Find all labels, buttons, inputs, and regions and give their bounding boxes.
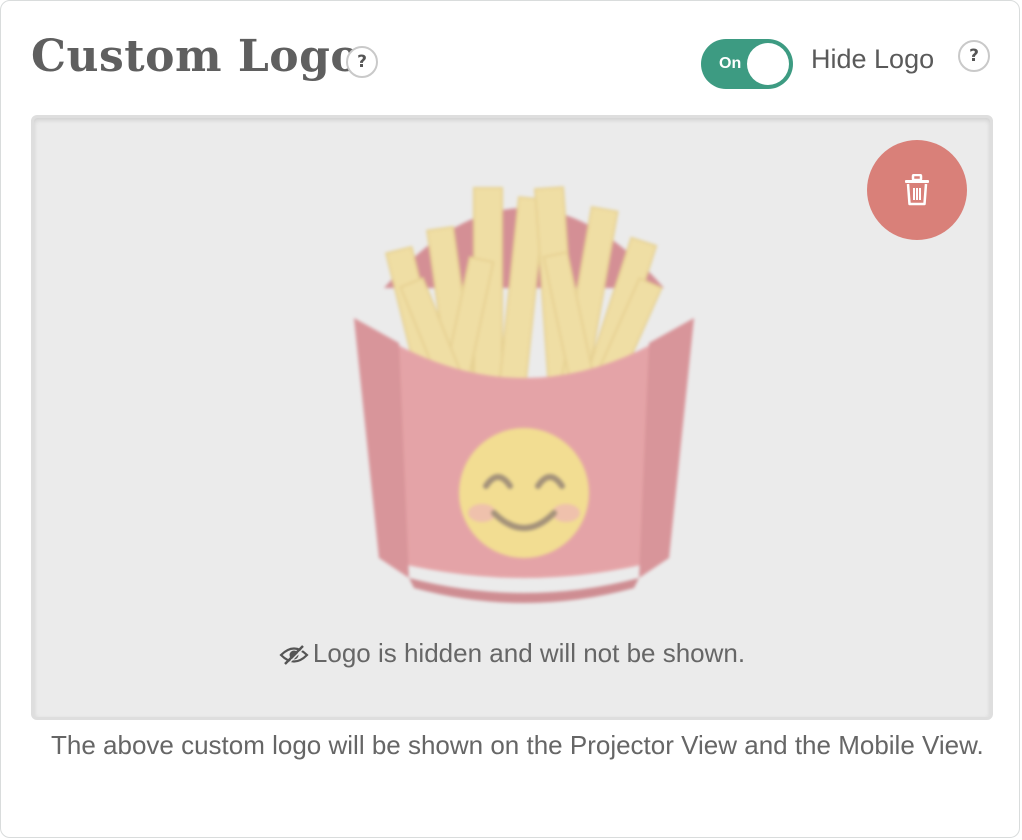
toggle-knob [747,43,789,85]
delete-logo-button[interactable] [867,140,967,240]
french-fries-icon [354,186,694,603]
toggle-state-label: On [719,55,742,72]
hide-logo-help-icon[interactable]: ? [958,40,990,72]
logo-preview: Logo is hidden and will not be shown. [31,115,993,720]
hidden-logo-notice: Logo is hidden and will not be shown. [34,636,990,670]
trash-icon [905,174,929,206]
page-title: Custom Logo [31,31,361,82]
logo-caption: The above custom logo will be shown on t… [51,730,984,760]
hide-logo-label: Hide Logo [811,44,935,74]
custom-logo-card: Custom Logo ? On Hide Logo ? Logo is hid… [0,0,1020,838]
hide-logo-toggle[interactable]: On [701,39,793,89]
eye-slash-icon [279,645,309,667]
hidden-logo-message: Logo is hidden and will not be shown. [312,638,746,668]
title-help-icon[interactable]: ? [346,46,378,78]
